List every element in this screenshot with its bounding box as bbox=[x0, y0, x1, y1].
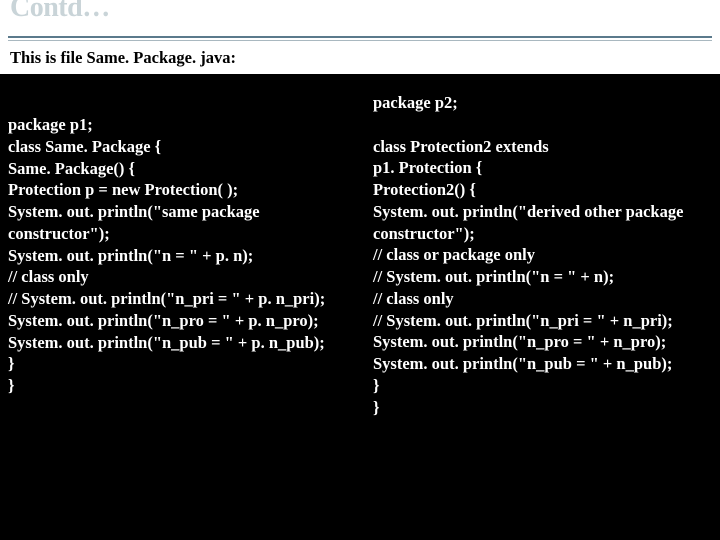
content-area: package p1; class Same. Package { Same. … bbox=[0, 74, 720, 426]
left-code-block: package p1; class Same. Package { Same. … bbox=[8, 114, 347, 418]
subtitle: This is file Same. Package. java: bbox=[0, 44, 720, 74]
slide-title: Contd… bbox=[10, 0, 710, 22]
slide: Contd… This is file Same. Package. java:… bbox=[0, 0, 720, 540]
title-underline-thin bbox=[8, 40, 712, 41]
title-area: Contd… bbox=[0, 0, 720, 44]
right-code-block: package p2; class Protection2 extends p1… bbox=[367, 92, 712, 418]
title-underline bbox=[8, 36, 712, 38]
